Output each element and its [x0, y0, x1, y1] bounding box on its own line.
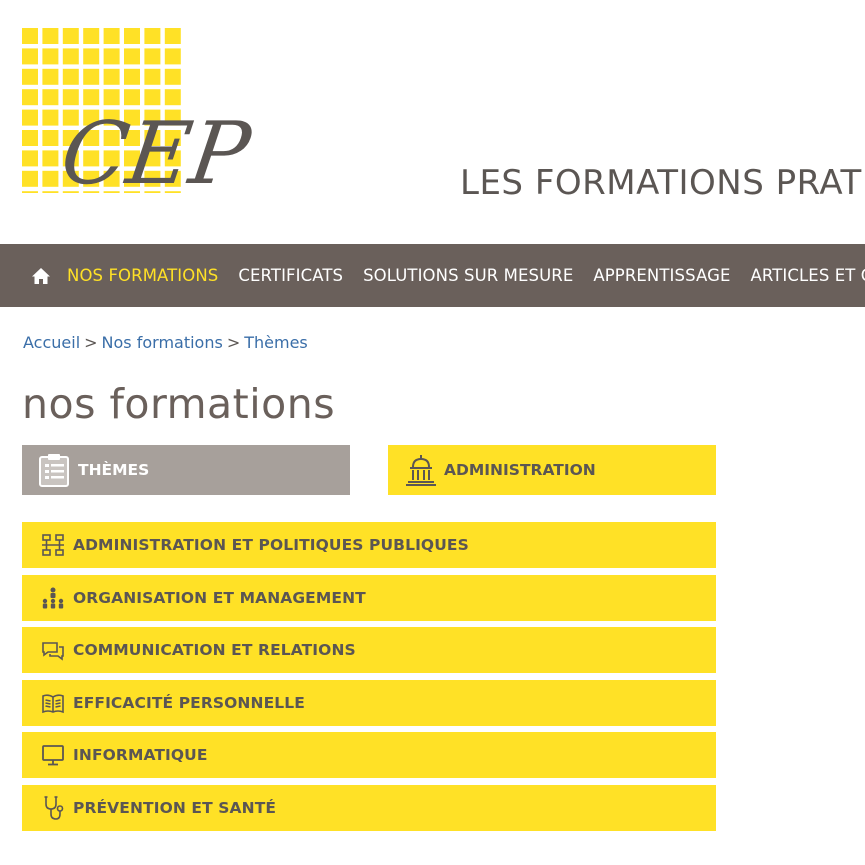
- logo-square: [22, 170, 38, 187]
- site-tagline: LES FORMATIONS PRAT: [460, 163, 862, 203]
- tab-themes[interactable]: THÈMES: [22, 445, 350, 495]
- nav-item-articles[interactable]: ARTICLES ET C: [751, 266, 865, 285]
- chat-icon: [40, 637, 66, 663]
- theme-item-label: INFORMATIQUE: [73, 746, 208, 764]
- logo-square: [22, 130, 38, 146]
- theme-item-efficacite-personnelle[interactable]: EFFICACITÉ PERSONNELLE: [22, 679, 716, 726]
- logo-square: [22, 191, 38, 193]
- theme-item-label: ORGANISATION ET MANAGEMENT: [73, 588, 366, 607]
- logo-square: [164, 89, 181, 106]
- logo-square: [22, 28, 38, 44]
- logo-square: [124, 89, 140, 106]
- book-icon: [40, 690, 66, 716]
- logo-square: [103, 68, 120, 85]
- nav-item-certificats[interactable]: CERTIFICATS: [238, 266, 343, 285]
- logo-square: [83, 89, 100, 106]
- theme-item-label: COMMUNICATION ET RELATIONS: [73, 641, 356, 659]
- logo-square: [42, 68, 59, 85]
- monitor-icon: [40, 742, 66, 768]
- logo-square: [42, 130, 59, 146]
- breadcrumb-separator: >: [84, 333, 98, 352]
- logo-square: [124, 68, 140, 85]
- logo-square: [83, 68, 100, 85]
- theme-item-label: PRÉVENTION ET SANTÉ: [73, 798, 277, 817]
- logo-square: [22, 68, 38, 85]
- logo-square: [144, 28, 161, 44]
- logo-square: [62, 89, 79, 106]
- breadcrumb-link-nos-formations[interactable]: Nos formations: [102, 333, 223, 352]
- org-chart-icon: [40, 585, 66, 611]
- logo-square: [144, 48, 161, 65]
- checklist-icon: [38, 453, 72, 487]
- breadcrumb-separator: >: [226, 333, 241, 352]
- logo-square: [124, 28, 140, 44]
- logo-square: [42, 89, 59, 106]
- page-title: nos formations: [22, 380, 336, 428]
- theme-list: ADMINISTRATION ET POLITIQUES PUBLIQUES O…: [22, 522, 716, 837]
- logo-square: [164, 68, 181, 85]
- breadcrumb-link-accueil[interactable]: Accueil: [23, 333, 80, 352]
- logo-square: [124, 48, 140, 65]
- logo-square: [103, 48, 120, 65]
- breadcrumb-link-themes[interactable]: Thèmes: [244, 333, 308, 352]
- logo-square: [62, 68, 79, 85]
- logo-square: [164, 28, 181, 44]
- logo-text: CEP: [55, 104, 257, 193]
- theme-item-prevention-sante[interactable]: PRÉVENTION ET SANTÉ: [22, 784, 716, 831]
- logo-square: [144, 89, 161, 106]
- logo-square: [83, 28, 100, 44]
- stethoscope-icon: [40, 795, 66, 821]
- theme-item-organisation-management[interactable]: ORGANISATION ET MANAGEMENT: [22, 574, 716, 621]
- logo-square: [62, 48, 79, 65]
- home-icon[interactable]: [31, 265, 51, 287]
- logo-square: [164, 48, 181, 65]
- logo-square: [22, 109, 38, 126]
- logo-square: [42, 28, 59, 44]
- logo-square: [144, 68, 161, 85]
- logo-square: [42, 48, 59, 65]
- theme-item-informatique[interactable]: INFORMATIQUE: [22, 732, 716, 778]
- nav-item-nos-formations[interactable]: NOS FORMATIONS: [67, 266, 218, 285]
- main-nav: NOS FORMATIONS CERTIFICATS SOLUTIONS SUR…: [0, 244, 865, 307]
- nav-item-solutions-sur-mesure[interactable]: SOLUTIONS SUR MESURE: [363, 266, 573, 285]
- logo-square: [103, 89, 120, 106]
- government-building-icon: [404, 453, 438, 487]
- theme-item-communication-relations[interactable]: COMMUNICATION ET RELATIONS: [22, 627, 716, 673]
- logo-square: [103, 28, 120, 44]
- logo-square: [42, 170, 59, 187]
- breadcrumb: Accueil > Nos formations > Thèmes: [23, 333, 308, 352]
- network-icon: [40, 532, 66, 558]
- logo-square: [22, 150, 38, 167]
- cep-logo[interactable]: CEP: [22, 28, 257, 193]
- theme-item-label: ADMINISTRATION ET POLITIQUES PUBLIQUES: [73, 536, 469, 554]
- logo-square: [42, 150, 59, 167]
- logo-square: [42, 109, 59, 126]
- logo-square: [62, 28, 79, 44]
- nav-item-apprentissage[interactable]: APPRENTISSAGE: [593, 266, 730, 285]
- tab-administration[interactable]: ADMINISTRATION: [388, 445, 716, 495]
- tab-administration-label: ADMINISTRATION: [444, 461, 596, 479]
- theme-item-administration-politiques[interactable]: ADMINISTRATION ET POLITIQUES PUBLIQUES: [22, 522, 716, 568]
- logo-square: [83, 48, 100, 65]
- logo-square: [22, 89, 38, 106]
- tab-themes-label: THÈMES: [78, 461, 150, 479]
- site-header: CEP LES FORMATIONS PRAT: [0, 0, 865, 244]
- logo-square: [22, 48, 38, 65]
- theme-item-label: EFFICACITÉ PERSONNELLE: [73, 693, 305, 712]
